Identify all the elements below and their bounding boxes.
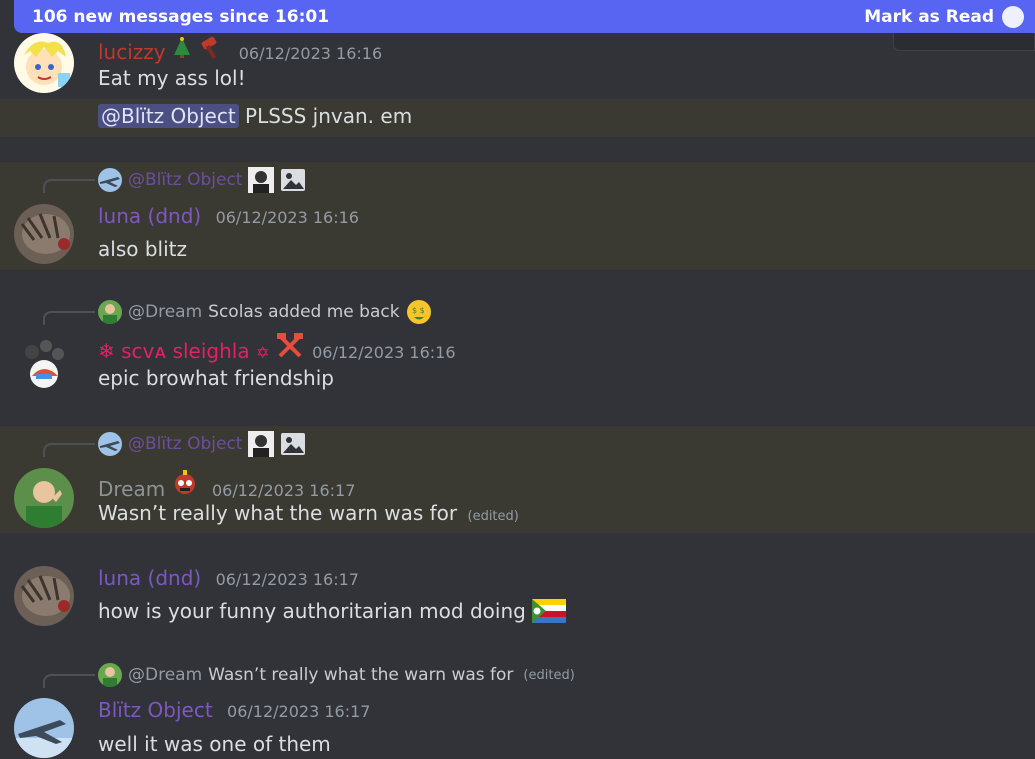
snowflake-icon: ❄ [98,339,115,363]
image-icon [280,431,306,457]
username[interactable]: luna (dnd) [98,204,201,228]
timestamp: 06/12/2023 16:17 [227,702,371,721]
avatar[interactable] [14,468,74,528]
new-messages-banner[interactable]: 106 new messages since 16:01 Mark as Rea… [14,0,1035,33]
avatar[interactable] [14,566,74,626]
avatar[interactable] [14,698,74,758]
reply-preview[interactable]: @Blïtz Object [98,430,306,458]
message-group: lucizzy 06/12/2023 16:16 Eat my ass lol! [0,33,1035,99]
jet-avatar-icon [98,168,122,192]
reply-text: Wasn’t really what the warn was for [208,665,514,685]
portrait-icon [248,431,275,457]
message-text-fragment: PLSSS jnvan. em [245,104,413,128]
message-text: how is your funny authoritarian mod doin… [98,599,566,623]
reply-text: Scolas added me back [208,302,400,322]
edited-label: (edited) [467,509,519,524]
reply-author[interactable]: @Blïtz Object [128,170,242,190]
reply-spine [43,443,95,457]
christmas-tree-icon [173,37,190,58]
message-text-fragment: how is your funny authoritarian mod doin… [98,599,526,623]
message-group: @Blïtz Object Dream 06/12/2023 16:17 Was… [0,426,1035,533]
dream-avatar-icon [98,663,122,687]
edited-label: (edited) [523,667,575,683]
message-header: luna (dnd) 06/12/2023 16:16 [98,204,359,228]
reply-spine [43,674,95,688]
reply-author[interactable]: @Blïtz Object [128,434,242,454]
message-text: well it was one of them [98,732,331,756]
jet-avatar-icon [98,432,122,456]
message-group: @Dream Scolas added me back $ $ ❄ ꜱᴄᴠᴀ s… [0,296,1035,406]
username[interactable]: Blïtz Object [98,698,213,722]
dream-avatar-icon [98,300,122,324]
username[interactable]: lucizzy [98,40,166,64]
message-header: Blïtz Object 06/12/2023 16:17 [98,698,370,722]
mark-as-read-button[interactable]: Mark as Read [864,5,1024,28]
flag-emoji-icon [531,599,566,623]
message-header: Dream 06/12/2023 16:17 [98,468,355,501]
chat-bubble-icon [1002,5,1024,28]
new-messages-text: 106 new messages since 16:01 [32,6,330,27]
message-header: luna (dnd) 06/12/2023 16:17 [98,566,359,590]
portrait-icon [248,167,275,193]
robot-emoji-icon [174,470,195,494]
message-text-fragment: Wasn’t really what the warn was for [98,501,458,525]
user-mention[interactable]: @Blïtz Object [98,104,239,128]
hammer-icon [202,36,217,60]
username[interactable]: Dream [98,477,165,501]
message-header: ❄ ꜱᴄᴠᴀ sleighla ✡ 06/12/2023 16:16 [98,332,456,363]
message-text: epic browhat friendship [98,366,334,390]
reply-author[interactable]: @Dream [128,665,202,685]
reply-preview[interactable]: @Dream Scolas added me back $ $ [98,298,432,326]
message-group: @Dream Wasn’t really what the warn was f… [0,660,1035,759]
timestamp: 06/12/2023 16:17 [215,570,359,589]
message-header: lucizzy 06/12/2023 16:16 [98,35,382,64]
reply-spine [43,311,95,325]
message-text: Wasn’t really what the warn was for (edi… [98,501,519,525]
timestamp: 06/12/2023 16:16 [238,44,383,63]
reply-preview[interactable]: @Blïtz Object [98,166,306,194]
avatar[interactable] [14,204,74,264]
message-text: @Blïtz Object PLSSS jnvan. em [98,104,412,128]
pentagram-icon: ✡ [255,343,270,362]
message-group: @Blïtz Object luna (dnd) 06/12/2023 16:1… [0,162,1035,270]
reply-preview[interactable]: @Dream Wasn’t really what the warn was f… [98,661,575,689]
reply-spine [43,179,95,193]
avatar[interactable] [14,332,74,392]
hammer-pick-icon [276,333,303,358]
reply-author[interactable]: @Dream [128,302,202,322]
timestamp: 06/12/2023 16:17 [211,481,356,500]
image-icon [280,167,306,193]
message-group: luna (dnd) 06/12/2023 16:17 how is your … [0,560,1035,630]
money-face-emoji-icon: $ $ [406,299,432,325]
message-text: Eat my ass lol! [98,66,246,90]
mark-as-read-label: Mark as Read [864,6,994,27]
message-text: also blitz [98,237,187,261]
username[interactable]: ꜱᴄᴠᴀ sleighla [121,339,249,363]
username[interactable]: luna (dnd) [98,566,201,590]
message-continuation: @Blïtz Object PLSSS jnvan. em [0,99,1035,137]
avatar[interactable] [14,33,74,93]
timestamp: 06/12/2023 16:16 [312,343,456,362]
timestamp: 06/12/2023 16:16 [215,208,359,227]
svg-text:$ $: $ $ [412,306,425,315]
